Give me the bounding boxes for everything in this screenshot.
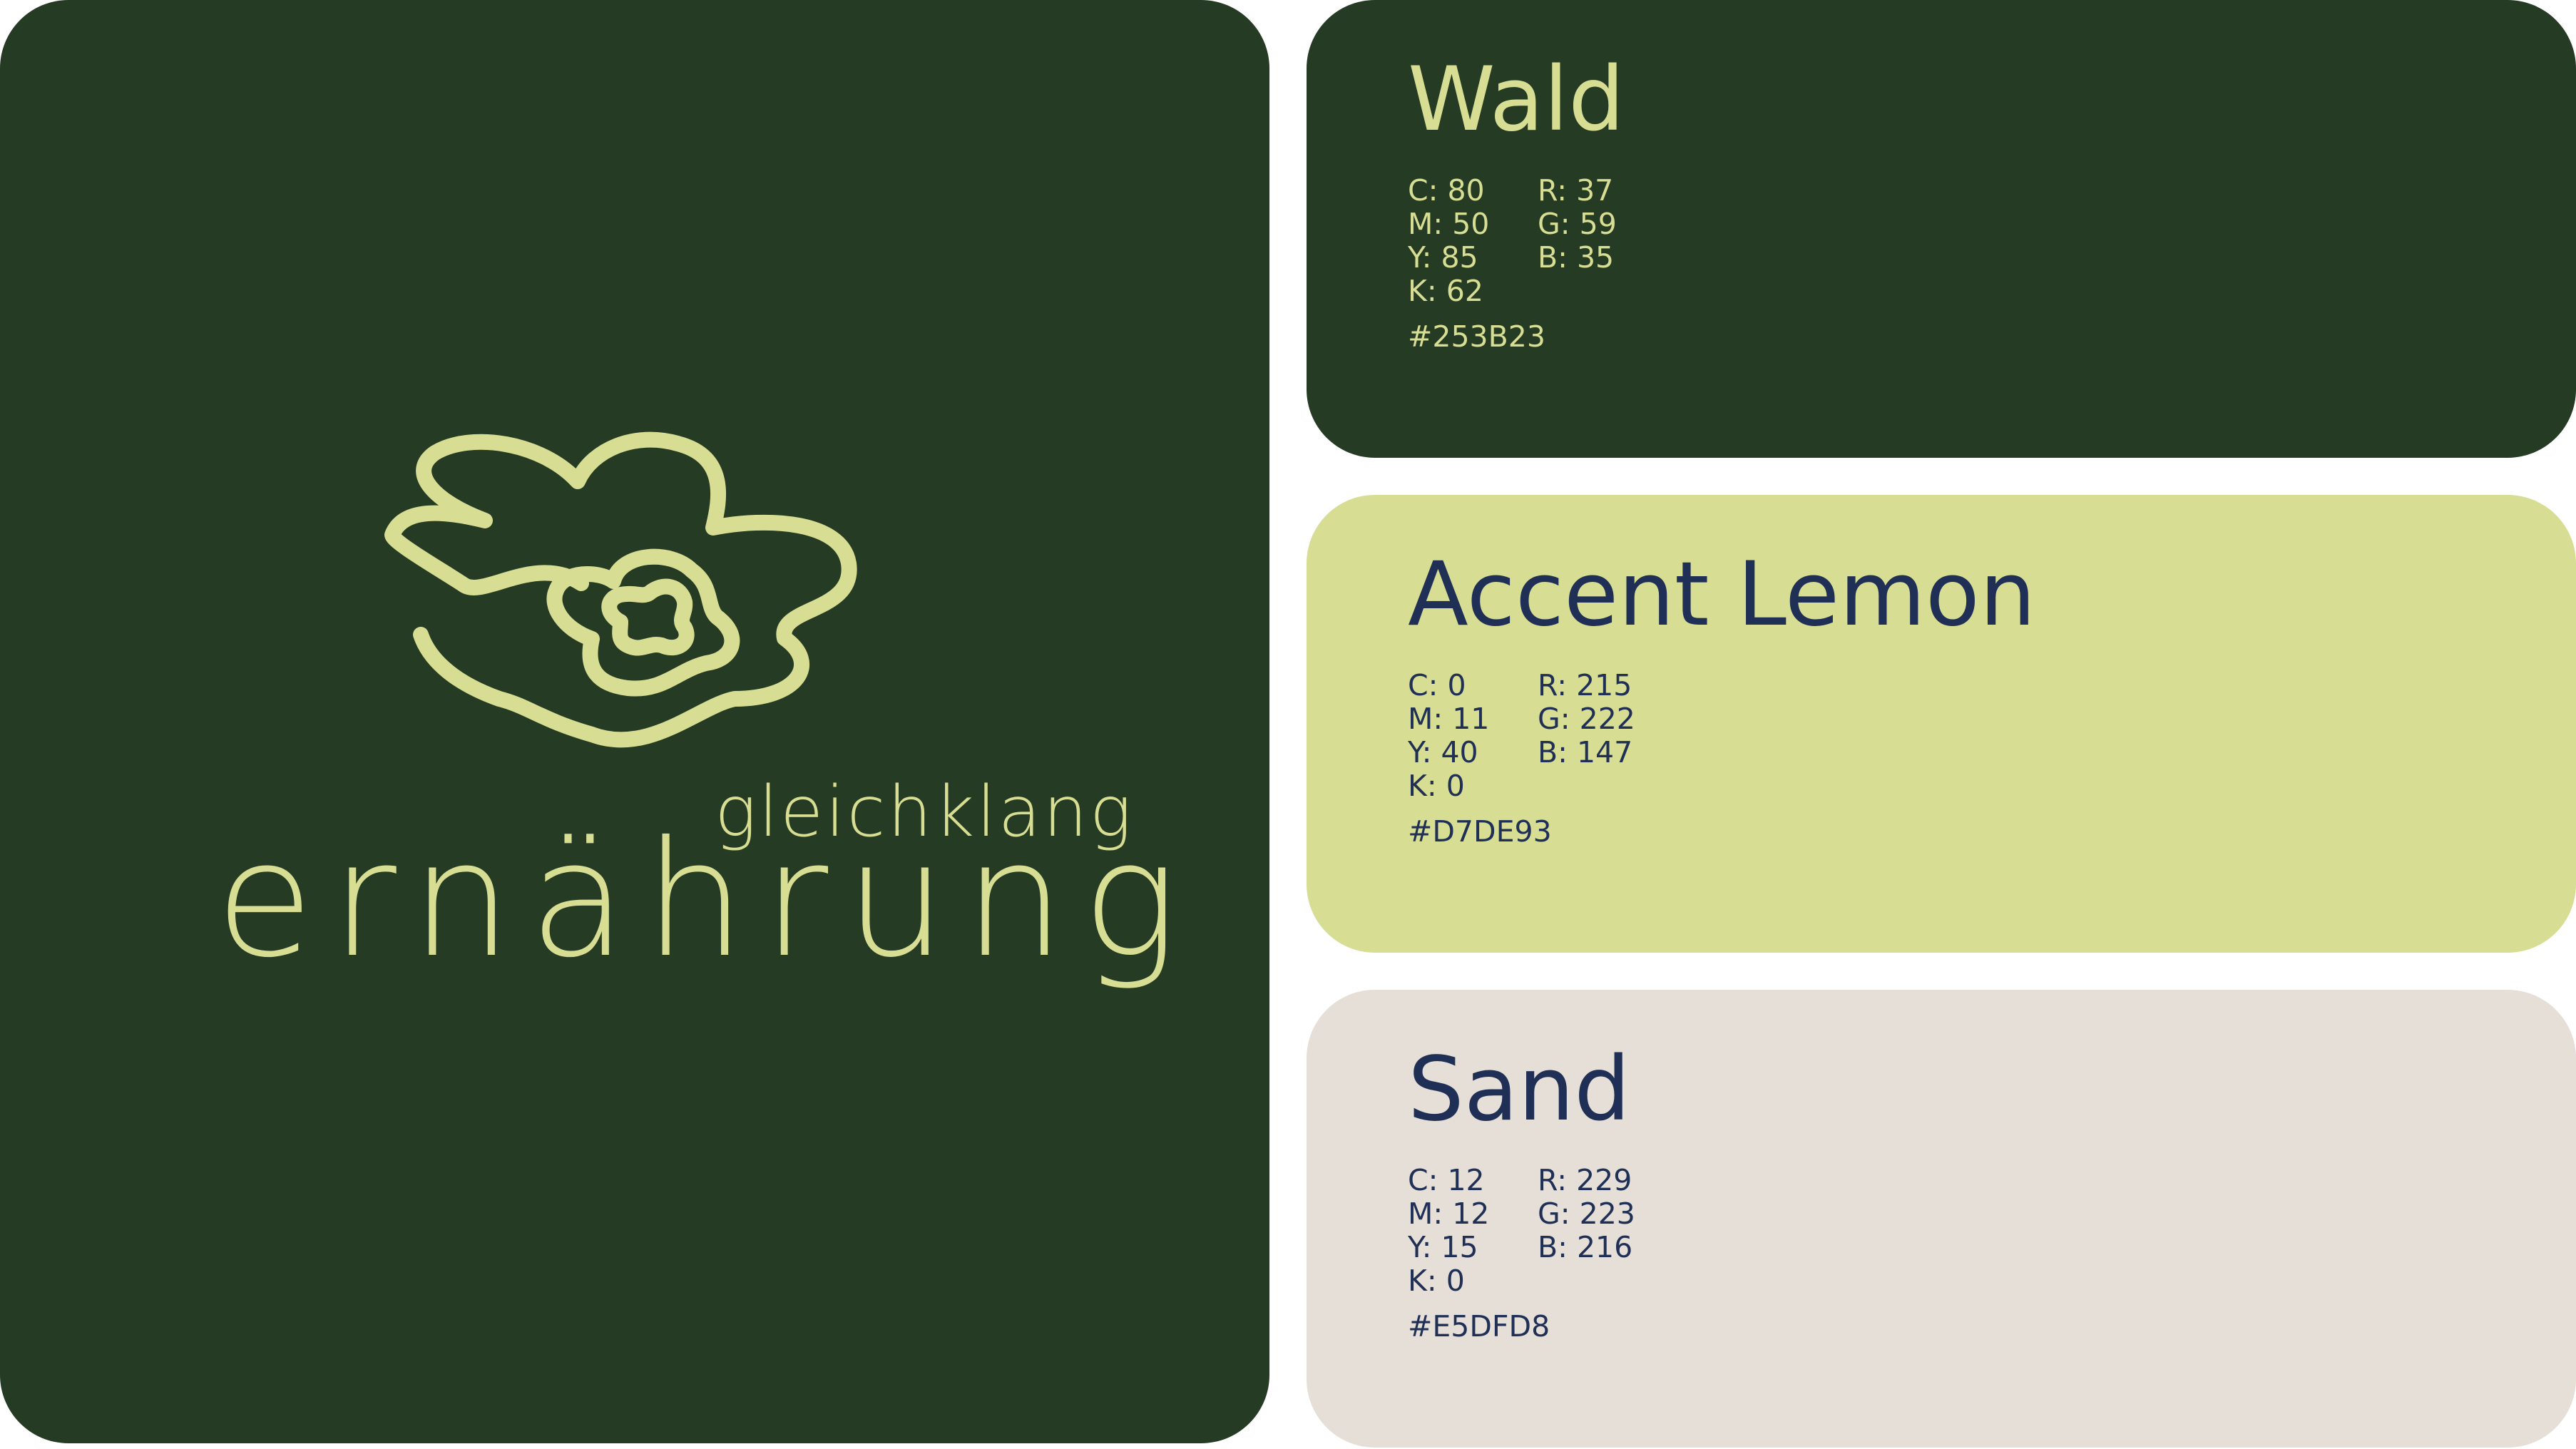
- rgb-b: B: 147: [1538, 735, 1633, 769]
- swatch-card-accent-lemon: Accent Lemon C: 0 R: 215 M: 11 G: 222 Y:…: [1307, 495, 2576, 953]
- logo-panel: gleichklang ernährung: [0, 0, 1269, 1443]
- hex-code: #E5DFD8: [1408, 1309, 1550, 1343]
- cmyk-y: Y: 85: [1408, 240, 1478, 275]
- cmyk-c: C: 80: [1408, 173, 1485, 208]
- cmyk-c: C: 0: [1408, 668, 1466, 702]
- rgb-r: R: 229: [1538, 1163, 1632, 1197]
- rgb-g: G: 59: [1538, 207, 1617, 241]
- rgb-b: B: 216: [1538, 1230, 1633, 1264]
- hex-code: #253B23: [1408, 319, 1545, 354]
- cmyk-m: M: 50: [1408, 207, 1490, 241]
- color-values: C: 0 R: 215 M: 11 G: 222 Y: 40 B: 147 K:…: [1408, 669, 1680, 803]
- color-values: C: 80 R: 37 M: 50 G: 59 Y: 85 B: 35 K: 6…: [1408, 174, 1680, 308]
- rgb-g: G: 222: [1538, 702, 1635, 736]
- swatch-name: Wald: [1408, 48, 1625, 151]
- cmyk-k: K: 0: [1408, 769, 1465, 803]
- swatch-card-wald: Wald C: 80 R: 37 M: 50 G: 59 Y: 85 B: 35…: [1307, 0, 2576, 458]
- cmyk-y: Y: 40: [1408, 735, 1478, 769]
- swatch-card-sand: Sand C: 12 R: 229 M: 12 G: 223 Y: 15 B: …: [1307, 990, 2576, 1448]
- cmyk-k: K: 62: [1408, 274, 1483, 308]
- color-values: C: 12 R: 229 M: 12 G: 223 Y: 15 B: 216 K…: [1408, 1164, 1680, 1298]
- cmyk-c: C: 12: [1408, 1163, 1485, 1197]
- brand-name-line-2: ernährung: [215, 807, 1195, 993]
- cmyk-k: K: 0: [1408, 1264, 1465, 1298]
- cmyk-y: Y: 15: [1408, 1230, 1478, 1264]
- rgb-r: R: 37: [1538, 173, 1614, 208]
- cmyk-m: M: 12: [1408, 1197, 1490, 1231]
- swatch-name: Sand: [1408, 1038, 1630, 1141]
- flower-outline-icon: [384, 431, 857, 748]
- brand-color-palette: gleichklang ernährung Wald C: 80 R: 37 M…: [0, 0, 2576, 1449]
- rgb-g: G: 223: [1538, 1197, 1635, 1231]
- rgb-r: R: 215: [1538, 668, 1632, 702]
- cmyk-m: M: 11: [1408, 702, 1490, 736]
- rgb-b: B: 35: [1538, 240, 1615, 275]
- swatch-name: Accent Lemon: [1408, 543, 2036, 646]
- hex-code: #D7DE93: [1408, 814, 1552, 849]
